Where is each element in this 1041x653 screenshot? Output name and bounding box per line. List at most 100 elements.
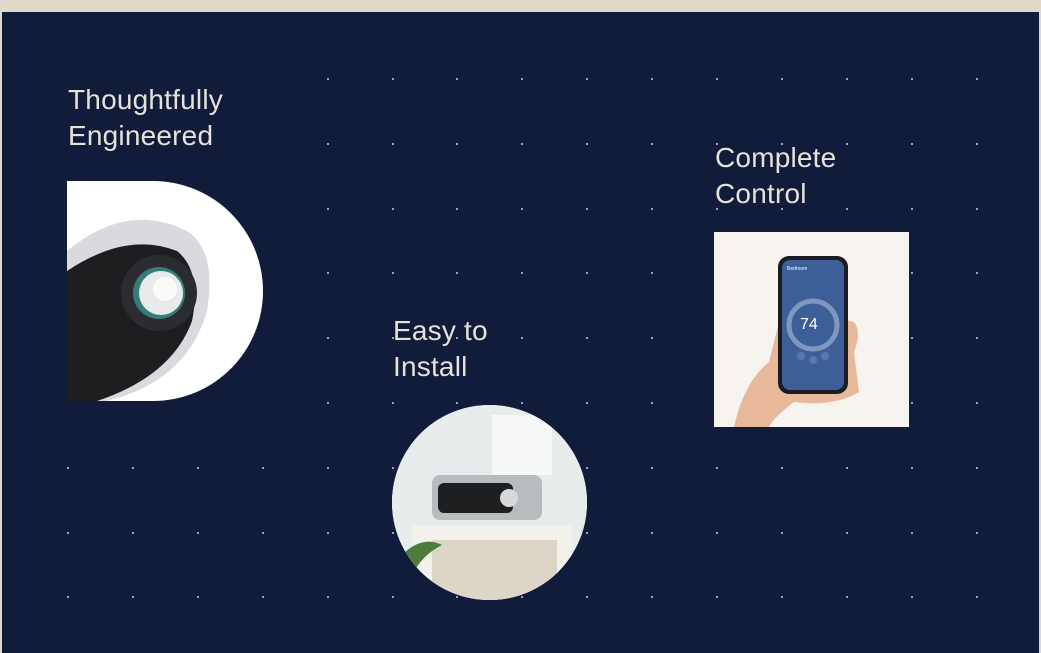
grid-dot (391, 402, 394, 404)
grid-dot (326, 531, 329, 534)
grid-dot (456, 78, 459, 80)
grid-dot (845, 466, 848, 469)
grid-dot (261, 596, 264, 599)
grid-dot (391, 78, 394, 80)
grid-dot (391, 142, 394, 145)
grid-dot (845, 78, 848, 80)
grid-dot (845, 596, 848, 599)
grid-dot (651, 142, 654, 145)
window-unit-illustration (392, 405, 587, 600)
grid-dot (131, 596, 134, 599)
grid-dot (716, 596, 718, 599)
grid-dot (456, 272, 459, 275)
grid-dot (651, 596, 654, 599)
grid-dot (716, 78, 718, 80)
grid-dot (67, 531, 69, 534)
feature-section: Thoughtfully Engineered Easy to Install (2, 12, 1039, 653)
grid-dot (716, 466, 718, 469)
feature-title-engineered: Thoughtfully Engineered (68, 82, 223, 154)
grid-dot (910, 142, 913, 145)
grid-dot (521, 337, 524, 340)
app-room-label: Bedroom (787, 266, 808, 272)
grid-dot (651, 466, 654, 469)
grid-dot (521, 78, 524, 80)
grid-dot (326, 207, 329, 210)
title-line: Control (715, 178, 807, 209)
grid-dot (196, 466, 199, 469)
grid-dot (67, 596, 69, 599)
grid-dot (131, 531, 134, 534)
grid-dot (521, 207, 524, 210)
grid-dot (326, 466, 329, 469)
grid-dot (131, 466, 134, 469)
grid-dot (391, 466, 394, 469)
feature-title-control: Complete Control (715, 140, 836, 212)
app-temperature: 74 (800, 316, 818, 333)
grid-dot (261, 466, 264, 469)
grid-dot (67, 466, 69, 469)
grid-dot (521, 272, 524, 275)
grid-dot (651, 337, 654, 340)
title-line: Complete (715, 142, 837, 173)
grid-dot (910, 337, 913, 340)
grid-dot (910, 531, 913, 534)
grid-dot (910, 78, 913, 80)
grid-dot (780, 78, 783, 80)
grid-dot (196, 596, 199, 599)
title-line: Easy to (393, 315, 488, 346)
grid-dot (845, 142, 848, 145)
grid-dot (326, 402, 329, 404)
grid-dot (910, 596, 913, 599)
grid-dot (586, 272, 589, 275)
grid-dot (651, 207, 654, 210)
install-image (392, 405, 587, 600)
grid-dot (651, 402, 654, 404)
grid-dot (586, 402, 589, 404)
title-line: Install (393, 351, 468, 382)
title-line: Thoughtfully (68, 84, 223, 115)
grid-dot (586, 142, 589, 145)
grid-dot (975, 207, 978, 210)
grid-dot (975, 402, 978, 404)
grid-dot (326, 272, 329, 275)
grid-dot (975, 466, 978, 469)
grid-dot (586, 596, 589, 599)
grid-dot (521, 596, 524, 599)
feature-title-install: Easy to Install (393, 313, 488, 385)
grid-dot (651, 531, 654, 534)
grid-dot (456, 142, 459, 145)
grid-dot (586, 466, 589, 469)
grid-dot (910, 207, 913, 210)
grid-dot (910, 272, 913, 275)
grid-dot (521, 402, 524, 404)
grid-dot (261, 531, 264, 534)
grid-dot (975, 272, 978, 275)
grid-dot (196, 531, 199, 534)
grid-dot (975, 78, 978, 80)
grid-dot (910, 402, 913, 404)
grid-dot (845, 531, 848, 534)
control-image: Bedroom 74 (714, 232, 909, 427)
grid-dot (586, 531, 589, 534)
title-line: Engineered (68, 120, 214, 151)
grid-dot (456, 596, 459, 599)
grid-dot (391, 531, 394, 534)
grid-dot (975, 337, 978, 340)
grid-dot (651, 78, 654, 80)
grid-dot (716, 531, 718, 534)
grid-dot (391, 207, 394, 210)
dial-illustration (67, 219, 210, 401)
grid-dot (651, 272, 654, 275)
grid-dot (780, 466, 783, 469)
grid-dot (391, 272, 394, 275)
grid-dot (326, 78, 329, 80)
grid-dot (586, 78, 589, 80)
grid-dot (845, 207, 848, 210)
grid-dot (456, 207, 459, 210)
grid-dot (780, 596, 783, 599)
grid-dot (326, 596, 329, 599)
grid-dot (456, 402, 459, 404)
grid-dot (975, 531, 978, 534)
grid-dot (586, 337, 589, 340)
grid-dot (391, 596, 394, 599)
